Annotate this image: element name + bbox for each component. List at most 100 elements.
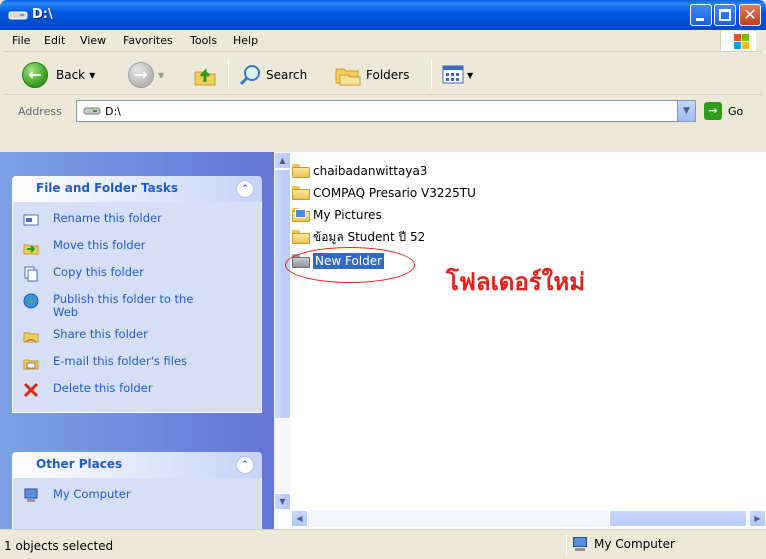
toolbar: ← Back ▼ → ▼ Search Folders ▼ <box>4 53 762 95</box>
task-rename-folder[interactable]: Rename this folder <box>13 212 261 232</box>
toolbar-separator <box>431 59 432 89</box>
maximize-button[interactable] <box>714 4 736 26</box>
task-label: Copy this folder <box>53 265 144 279</box>
file-name: COMPAQ Presario V3225TU <box>313 186 476 200</box>
menu-favorites[interactable]: Favorites <box>123 34 173 47</box>
dropdown-arrow-icon[interactable]: ▼ <box>158 71 164 80</box>
go-button[interactable]: → Go <box>704 101 743 121</box>
close-icon: ✕ <box>743 5 757 24</box>
folders-icon <box>335 68 361 86</box>
file-name: chaibadanwittaya3 <box>313 164 428 178</box>
status-separator <box>566 534 567 556</box>
panel-body: Rename this folder Move this folder Copy… <box>12 202 262 413</box>
folder-icon <box>292 230 310 244</box>
copy-icon <box>24 266 38 282</box>
search-button[interactable]: Search <box>238 61 307 89</box>
back-arrow-icon: ← <box>22 62 48 88</box>
task-copy-folder[interactable]: Copy this folder <box>13 266 261 286</box>
forward-arrow-icon: → <box>128 62 154 88</box>
task-share-folder[interactable]: Share this folder <box>13 328 261 348</box>
drive-icon <box>8 11 28 20</box>
panel-header[interactable]: File and Folder Tasks ⌃ <box>12 176 262 202</box>
up-folder-icon <box>194 68 216 86</box>
chevron-down-icon[interactable]: ▼ <box>677 101 695 121</box>
dropdown-arrow-icon[interactable]: ▼ <box>89 71 95 80</box>
task-delete-folder[interactable]: Delete this folder <box>13 382 261 402</box>
views-button[interactable]: ▼ <box>442 61 473 89</box>
title-bar[interactable]: D:\ ✕ <box>0 0 766 30</box>
address-label: Address <box>18 105 62 118</box>
back-button[interactable]: ← Back ▼ <box>22 61 95 89</box>
collapse-chevron-icon[interactable]: ⌃ <box>236 180 254 198</box>
menu-tools[interactable]: Tools <box>190 34 217 47</box>
pictures-folder-icon <box>292 208 310 222</box>
vertical-scrollbar[interactable]: ▲ ▼ <box>274 152 291 510</box>
task-label: Rename this folder <box>53 211 162 225</box>
search-label: Search <box>266 68 308 82</box>
window-title: D:\ <box>32 7 53 22</box>
file-item[interactable]: My Pictures <box>292 206 382 224</box>
email-icon <box>23 359 39 370</box>
scroll-thumb[interactable] <box>274 169 291 419</box>
forward-button[interactable]: → ▼ <box>128 61 164 89</box>
globe-icon <box>23 293 39 309</box>
folders-button[interactable]: Folders <box>334 61 409 89</box>
file-item[interactable]: chaibadanwittaya3 <box>292 162 427 180</box>
delete-icon <box>23 382 39 398</box>
panel-title: File and Folder Tasks <box>36 181 179 195</box>
scroll-right-icon[interactable]: ▶ <box>749 510 766 527</box>
panel-title: Other Places <box>36 457 123 471</box>
annotation-label: โฟลเดอร์ใหม่ <box>446 268 586 296</box>
up-folder-button[interactable] <box>192 61 218 89</box>
status-location: My Computer <box>572 537 675 551</box>
task-label: Share this folder <box>53 327 148 341</box>
maximize-icon <box>719 9 731 21</box>
other-places-panel: Other Places ⌃ My Computer <box>12 452 262 529</box>
task-label: E-mail this folder's files <box>53 354 188 368</box>
menu-file[interactable]: File <box>12 34 30 47</box>
task-publish-folder[interactable]: Publish this folder to the Web <box>13 293 261 321</box>
address-input[interactable]: D:\ ▼ <box>76 100 696 122</box>
scroll-up-icon[interactable]: ▲ <box>274 152 291 169</box>
scroll-left-icon[interactable]: ◀ <box>291 510 308 527</box>
task-pane: File and Folder Tasks ⌃ Rename this fold… <box>0 152 274 529</box>
collapse-chevron-icon[interactable]: ⌃ <box>236 456 254 474</box>
file-item[interactable]: COMPAQ Presario V3225TU <box>292 184 476 202</box>
views-icon <box>442 65 464 84</box>
minimize-button[interactable] <box>690 4 712 26</box>
address-value: D:\ <box>105 105 121 118</box>
scroll-down-icon[interactable]: ▼ <box>274 493 291 510</box>
place-my-computer[interactable]: My Computer <box>13 488 261 508</box>
status-selection-text: 1 objects selected <box>4 539 114 553</box>
windows-logo-icon <box>720 31 756 51</box>
go-arrow-icon: → <box>704 102 722 120</box>
close-button[interactable]: ✕ <box>739 4 761 26</box>
status-bar: 1 objects selected My Computer <box>0 529 766 559</box>
file-item[interactable]: ข้อมูล Student ปี 52 <box>292 228 425 246</box>
menu-edit[interactable]: Edit <box>44 34 65 47</box>
minimize-icon <box>696 18 704 21</box>
task-move-folder[interactable]: Move this folder <box>13 239 261 259</box>
address-bar: Address D:\ ▼ → Go <box>4 96 762 126</box>
toolbar-separator <box>228 59 229 89</box>
task-email-files[interactable]: E-mail this folder's files <box>13 355 261 375</box>
menu-view[interactable]: View <box>80 34 106 47</box>
file-name: ข้อมูล Student ปี 52 <box>313 229 426 244</box>
panel-header[interactable]: Other Places ⌃ <box>12 452 262 478</box>
scroll-thumb[interactable] <box>609 510 747 527</box>
folder-icon <box>292 164 310 178</box>
share-icon <box>23 332 39 343</box>
panel-body: My Computer <box>12 478 262 529</box>
horizontal-scrollbar[interactable]: ◀ ▶ <box>291 510 766 527</box>
status-location-text: My Computer <box>594 537 675 551</box>
rename-icon <box>23 214 39 226</box>
dropdown-arrow-icon[interactable]: ▼ <box>467 71 473 80</box>
menu-help[interactable]: Help <box>233 34 258 47</box>
task-label: Move this folder <box>53 238 146 252</box>
computer-icon <box>572 537 588 551</box>
move-icon <box>23 244 39 255</box>
menu-bar: File Edit View Favorites Tools Help <box>4 30 762 52</box>
folders-label: Folders <box>366 68 410 82</box>
back-label: Back <box>56 68 86 82</box>
file-name: My Pictures <box>313 208 382 222</box>
